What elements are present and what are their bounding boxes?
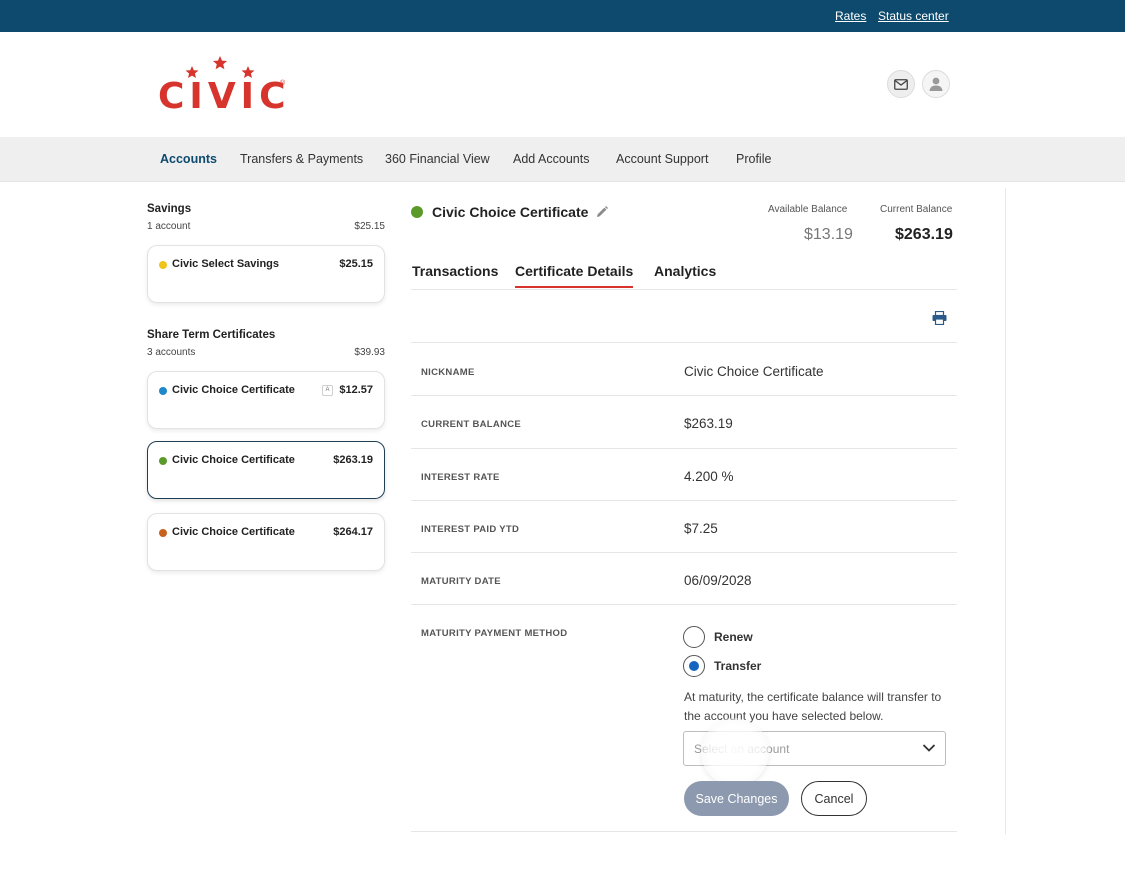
interest-rate-label: INTEREST RATE [421,472,500,483]
nav-add-accounts[interactable]: Add Accounts [513,152,589,166]
savings-account-count: 1 account [147,221,191,232]
current-balance-row-value: $263.19 [684,416,733,431]
interest-rate-value: 4.200 % [684,469,734,484]
maturity-payment-method-label: MATURITY PAYMENT METHOD [421,628,568,639]
row-divider [411,500,957,501]
certificates-group-total: $39.93 [354,347,385,358]
certificates-group-header: Share Term Certificates 3 accounts $39.9… [147,329,385,358]
nav-accounts[interactable]: Accounts [160,152,217,166]
edit-pencil-icon[interactable] [596,206,608,218]
content-right-border [1005,188,1006,834]
civic-logo[interactable]: CIVIC ® [158,56,290,118]
row-divider [411,342,957,343]
account-name: Civic Choice Certificate [172,526,295,538]
radio-transfer[interactable]: Transfer [683,655,761,677]
active-tab-indicator [515,286,633,288]
account-badge: A [322,385,333,396]
available-balance-value: $13.19 [804,226,853,243]
cancel-button[interactable]: Cancel [801,781,867,816]
savings-group-total: $25.15 [354,221,385,232]
tab-transactions[interactable]: Transactions [412,263,498,279]
account-balance: $12.57 [339,384,373,396]
chevron-down-icon [922,744,936,752]
account-color-dot [159,387,167,395]
account-name: Civic Choice Certificate [172,384,295,396]
certificates-account-count: 3 accounts [147,347,196,358]
utility-bar: Rates Status center [0,0,1125,32]
rates-link[interactable]: Rates [835,9,866,23]
current-balance-label: Current Balance [880,204,953,215]
account-balance: $264.17 [333,526,373,538]
logo-wordmark: CIVIC [158,76,291,117]
touch-press-indicator [701,718,769,786]
account-card-certificate-1[interactable]: Civic Choice Certificate A $12.57 [147,371,385,429]
radio-transfer-label: Transfer [714,659,762,673]
logo-stars-icon [185,56,255,78]
nickname-label: NICKNAME [421,367,475,378]
certificates-group-title: Share Term Certificates [147,329,276,341]
radio-renew-circle[interactable] [683,626,705,648]
radio-selected-dot [689,661,699,671]
account-color-dot [159,457,167,465]
nav-360-financial-view[interactable]: 360 Financial View [385,152,490,166]
row-divider [411,604,957,605]
account-name: Civic Choice Certificate [172,454,295,466]
nav-transfers-payments[interactable]: Transfers & Payments [240,152,363,166]
tabs-divider [411,289,957,290]
mail-icon[interactable] [887,70,915,98]
save-changes-button[interactable]: Save Changes [684,781,789,816]
radio-transfer-circle[interactable] [683,655,705,677]
account-card-certificate-2-selected[interactable]: Civic Choice Certificate $263.19 [147,441,385,499]
available-balance-label: Available Balance [768,204,848,215]
account-balance: $25.15 [339,258,373,270]
account-card-civic-select-savings[interactable]: Civic Select Savings $25.15 [147,245,385,303]
account-status-dot [411,206,423,218]
site-header: CIVIC ® [0,32,1125,137]
user-avatar-icon[interactable] [922,70,950,98]
tab-certificate-details[interactable]: Certificate Details [515,263,633,279]
savings-group-title: Savings [147,203,192,215]
savings-group-header: Savings 1 account $25.15 [147,203,385,232]
account-color-dot [159,261,167,269]
maturity-date-label: MATURITY DATE [421,576,501,587]
current-balance-value: $263.19 [895,226,953,243]
row-divider [411,831,957,832]
row-divider [411,395,957,396]
account-card-certificate-3[interactable]: Civic Choice Certificate $264.17 [147,513,385,571]
account-color-dot [159,529,167,537]
interest-paid-ytd-label: INTEREST PAID YTD [421,524,520,535]
account-balance: $263.19 [333,454,373,466]
maturity-date-value: 06/09/2028 [684,573,752,588]
status-center-link[interactable]: Status center [878,9,949,23]
account-title: Civic Choice Certificate [432,204,589,220]
registered-mark: ® [280,80,286,87]
nav-account-support[interactable]: Account Support [616,152,708,166]
nickname-value: Civic Choice Certificate [684,364,824,379]
main-nav: Accounts Transfers & Payments 360 Financ… [0,137,1125,182]
tab-analytics[interactable]: Analytics [654,263,716,279]
row-divider [411,448,957,449]
account-name: Civic Select Savings [172,258,279,270]
radio-renew-label: Renew [714,630,753,644]
current-balance-row-label: CURRENT BALANCE [421,419,522,430]
row-divider [411,552,957,553]
interest-paid-ytd-value: $7.25 [684,521,718,536]
print-icon[interactable] [932,311,947,325]
radio-renew[interactable]: Renew [683,626,753,648]
nav-profile[interactable]: Profile [736,152,771,166]
